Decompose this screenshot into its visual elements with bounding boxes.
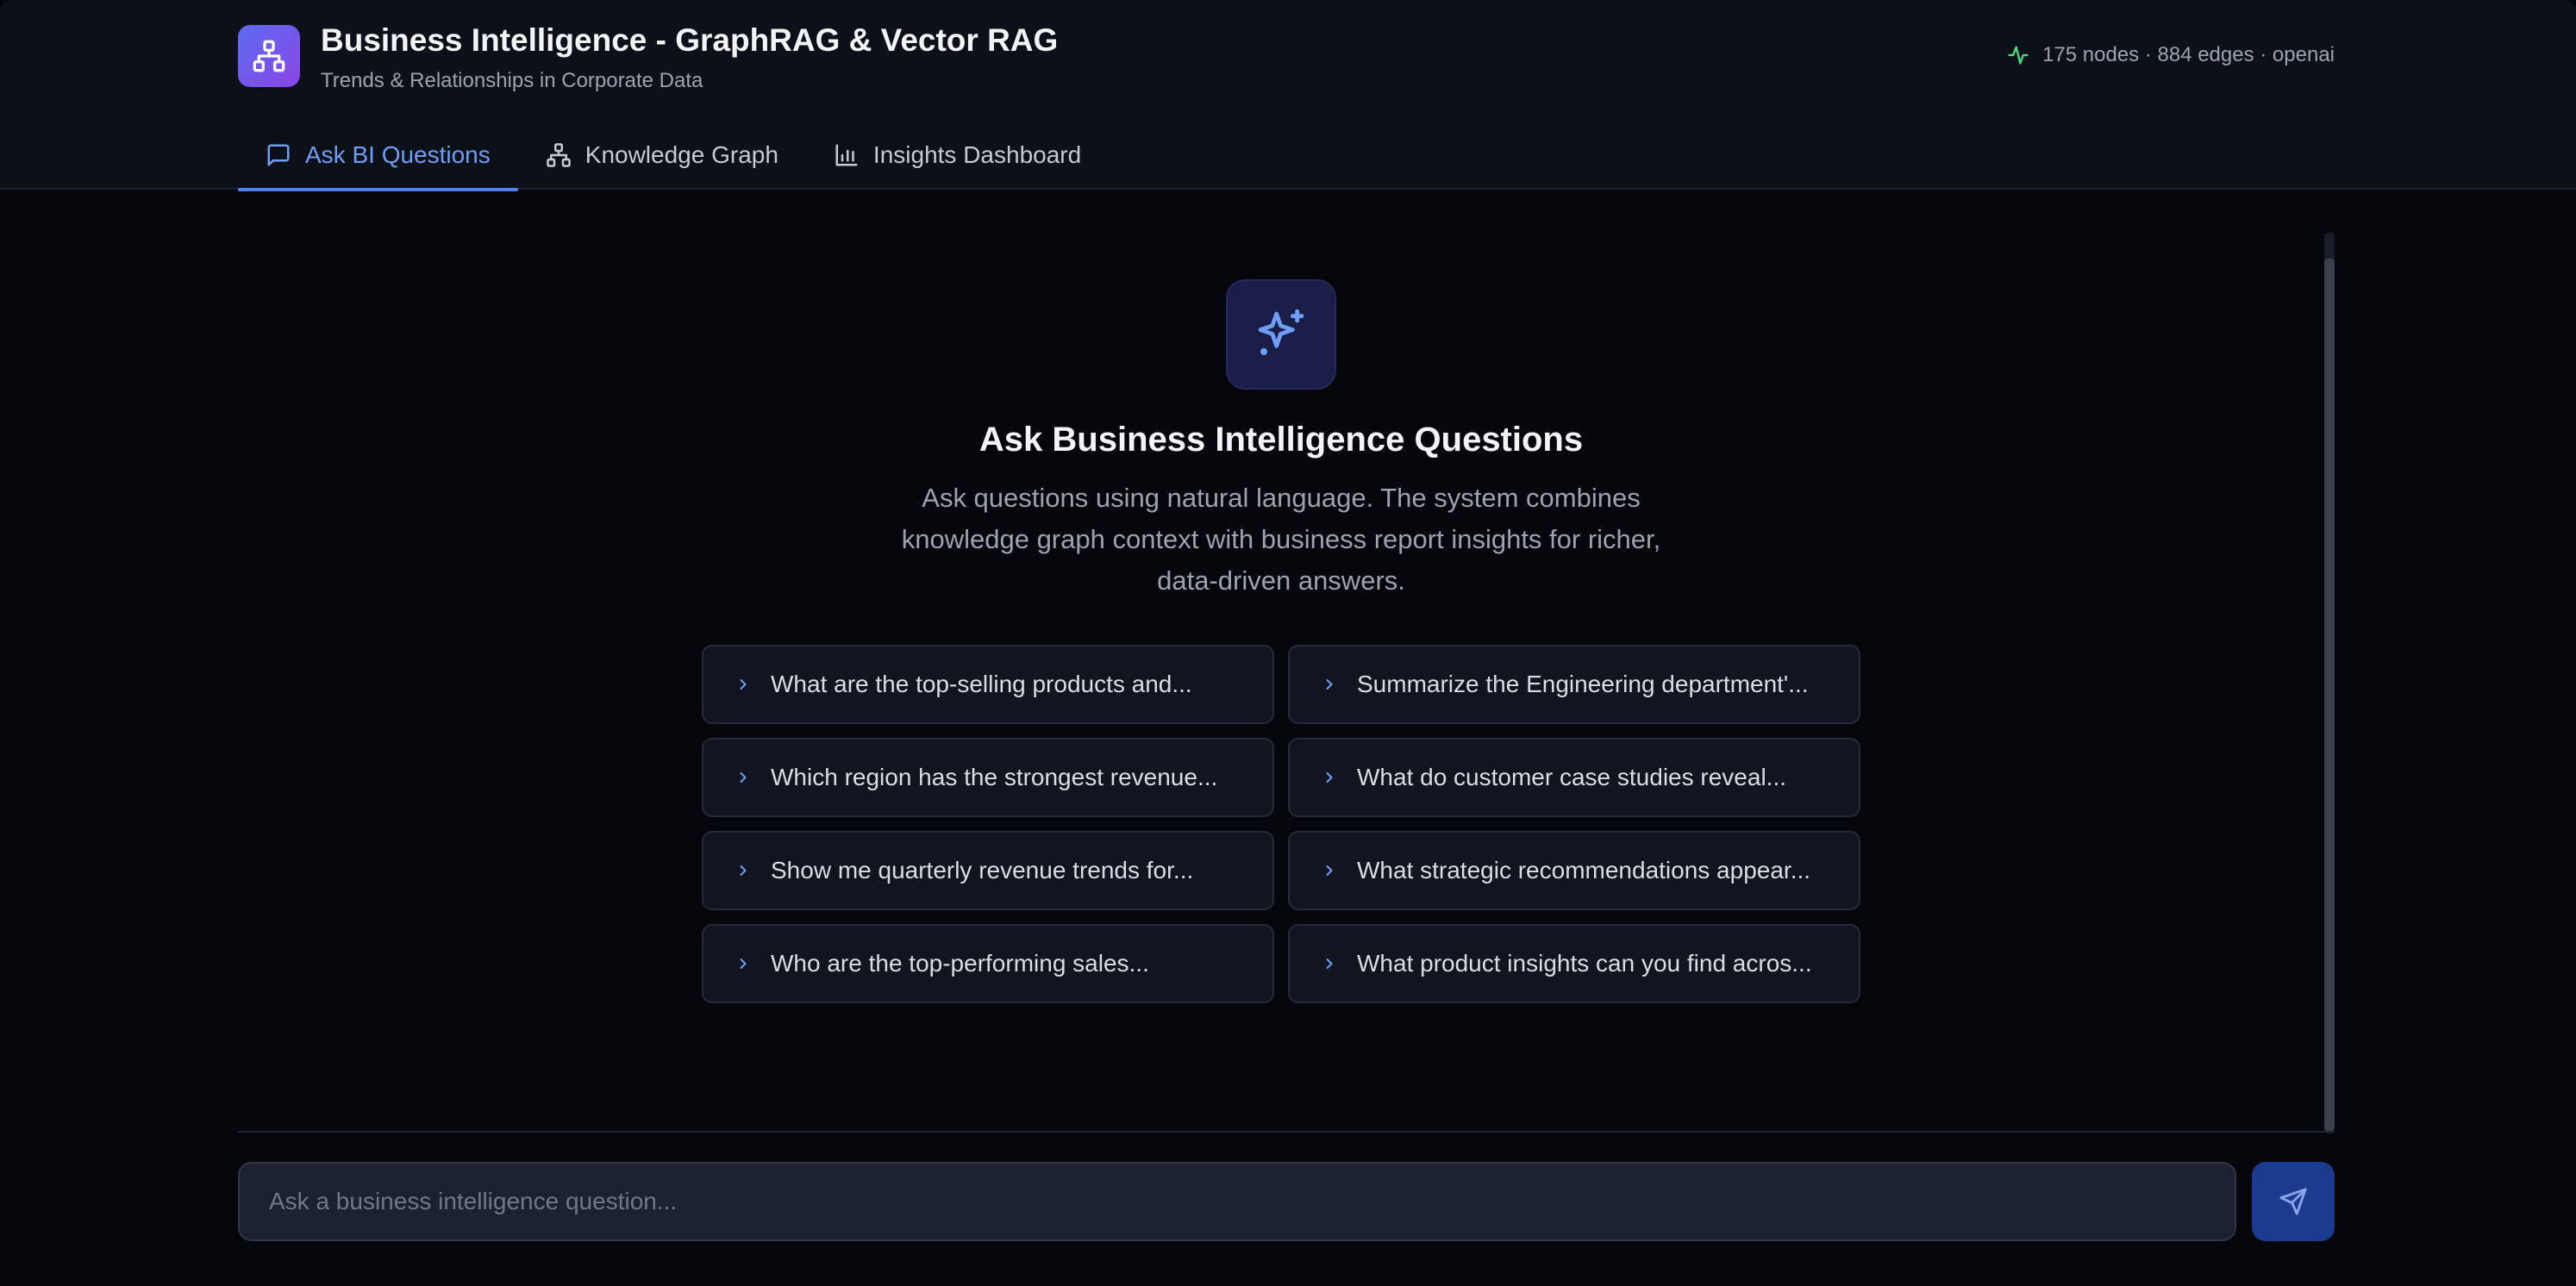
tab-label: Knowledge Graph — [585, 141, 778, 168]
tab-bar: Ask BI Questions Knowledge Graph Insight… — [238, 121, 1109, 191]
chevron-right-icon — [740, 958, 747, 969]
suggestion-button[interactable]: What product insights can you find acros… — [1288, 924, 1860, 1003]
tab-knowledge-graph[interactable]: Knowledge Graph — [518, 121, 806, 190]
chevron-right-icon — [740, 772, 747, 783]
scrollbar-thumb[interactable] — [2324, 259, 2335, 1131]
suggestion-text: What do customer case studies reveal... — [1357, 764, 1786, 790]
suggestion-button[interactable]: What strategic recommendations appear... — [1288, 831, 1860, 910]
suggestion-text: What product insights can you find acros… — [1357, 950, 1812, 977]
app-subtitle: Trends & Relationships in Corporate Data — [321, 69, 703, 92]
suggestion-text: What strategic recommendations appear... — [1357, 857, 1811, 883]
chevron-right-icon — [740, 865, 747, 876]
send-icon — [2279, 1188, 2307, 1215]
chat-panel: Ask Business Intelligence Questions Ask … — [238, 233, 2335, 1133]
suggestion-button[interactable]: What are the top-selling products and... — [702, 645, 1274, 724]
input-divider — [238, 1131, 2335, 1133]
chat-scrollbar[interactable] — [2324, 233, 2335, 1133]
chevron-right-icon — [1326, 865, 1333, 876]
chat-icon — [267, 144, 290, 166]
suggestion-button[interactable]: Summarize the Engineering department'... — [1288, 645, 1860, 724]
hero-badge — [1226, 279, 1336, 390]
send-button[interactable] — [2252, 1162, 2335, 1241]
graph-status: 175 nodes · 884 edges · openai — [2006, 43, 2335, 67]
network-logo-icon — [253, 40, 285, 72]
tab-label: Ask BI Questions — [305, 141, 491, 168]
suggestion-text: What are the top-selling products and... — [771, 671, 1192, 697]
hero-description: Ask questions using natural language. Th… — [901, 483, 1661, 596]
hero-title: Ask Business Intelligence Questions — [979, 421, 1584, 459]
tab-ask-bi-questions[interactable]: Ask BI Questions — [238, 121, 518, 191]
chevron-right-icon — [1326, 772, 1333, 783]
suggestion-text: Show me quarterly revenue trends for... — [771, 857, 1194, 883]
app-title: Business Intelligence - GraphRAG & Vecto… — [321, 22, 1059, 58]
app-logo — [238, 25, 300, 87]
tab-insights-dashboard[interactable]: Insights Dashboard — [806, 121, 1109, 190]
question-input[interactable] — [238, 1162, 2236, 1241]
chevron-right-icon — [1326, 679, 1333, 690]
sparkles-icon — [1258, 309, 1304, 355]
tab-label: Insights Dashboard — [872, 141, 1082, 168]
suggestion-text: Who are the top-performing sales... — [771, 950, 1149, 977]
app-window: Business Intelligence - GraphRAG & Vecto… — [0, 0, 2576, 1286]
suggestion-button[interactable]: Show me quarterly revenue trends for... — [702, 831, 1274, 910]
chevron-right-icon — [740, 679, 747, 690]
suggestion-text: Summarize the Engineering department'... — [1357, 671, 1809, 697]
bar-chart-icon — [835, 144, 858, 166]
suggestion-button[interactable]: Who are the top-performing sales... — [702, 924, 1274, 1003]
suggestion-grid: What are the top-selling products and...… — [702, 645, 1860, 1003]
suggestion-button[interactable]: Which region has the strongest revenue..… — [702, 738, 1274, 817]
suggestion-text: Which region has the strongest revenue..… — [771, 764, 1218, 790]
chevron-right-icon — [1326, 958, 1333, 969]
graph-status-text: 175 nodes · 884 edges · openai — [2042, 43, 2335, 66]
activity-icon — [2008, 46, 2029, 65]
header: Business Intelligence - GraphRAG & Vecto… — [0, 0, 2576, 191]
network-icon — [547, 143, 571, 167]
suggestion-button[interactable]: What do customer case studies reveal... — [1288, 738, 1860, 817]
